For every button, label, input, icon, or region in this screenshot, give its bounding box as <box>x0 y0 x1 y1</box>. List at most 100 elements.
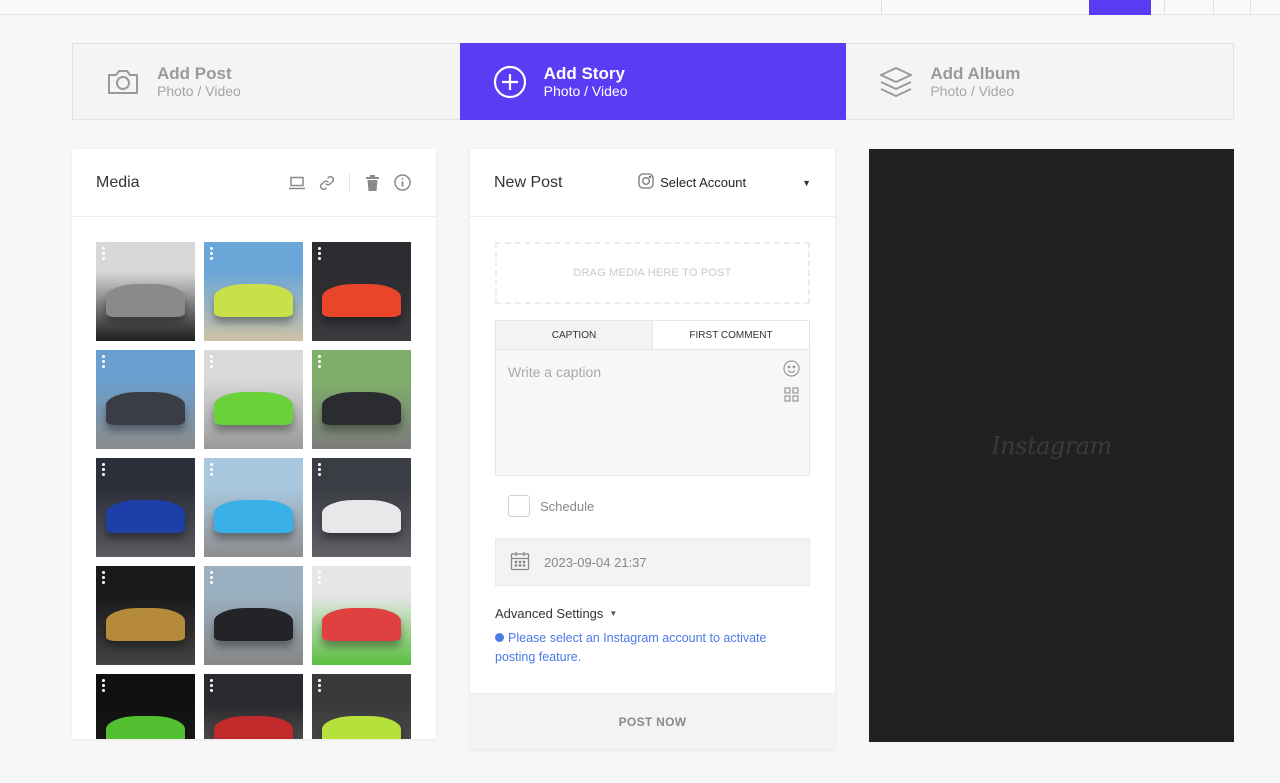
info-dot-icon <box>495 633 504 642</box>
more-options-icon[interactable] <box>102 355 105 368</box>
laptop-icon[interactable] <box>287 173 307 193</box>
trash-icon[interactable] <box>362 173 382 193</box>
thumbnail-image <box>105 715 186 739</box>
grid-icon[interactable] <box>782 385 800 403</box>
more-options-icon[interactable] <box>102 679 105 692</box>
media-thumbnail[interactable] <box>96 458 195 557</box>
advanced-settings-toggle[interactable]: Advanced Settings ▼ <box>495 606 617 621</box>
camera-icon <box>105 64 141 100</box>
chevron-down-icon: ▼ <box>802 177 811 188</box>
schedule-date-value: 2023-09-04 21:37 <box>544 554 647 570</box>
schedule-checkbox[interactable] <box>508 495 530 517</box>
media-thumbnail[interactable] <box>204 674 303 739</box>
topbar-divider <box>1164 0 1165 14</box>
media-thumbnail[interactable] <box>312 566 411 665</box>
tab-add-post-subtitle: Photo / Video <box>157 82 241 99</box>
media-thumbnail[interactable] <box>312 674 411 739</box>
advanced-settings-label: Advanced Settings <box>495 606 604 621</box>
caption-input[interactable] <box>496 350 809 475</box>
more-options-icon[interactable] <box>318 571 321 584</box>
more-options-icon[interactable] <box>318 679 321 692</box>
more-options-icon[interactable] <box>210 463 213 476</box>
info-icon[interactable] <box>392 173 412 193</box>
tab-add-album[interactable]: Add Album Photo / Video <box>846 44 1233 119</box>
tab-caption[interactable]: CAPTION <box>496 321 653 349</box>
emoji-icon[interactable] <box>782 359 800 377</box>
calendar-icon <box>510 551 530 574</box>
caption-box: CAPTION FIRST COMMENT <box>495 320 810 476</box>
more-options-icon[interactable] <box>210 679 213 692</box>
link-icon[interactable] <box>317 173 337 193</box>
topbar-active-tab[interactable] <box>1089 0 1151 15</box>
media-toolbar <box>287 173 412 193</box>
account-notice: Please select an Instagram account to ac… <box>495 629 810 667</box>
media-title: Media <box>96 173 140 191</box>
more-options-icon[interactable] <box>210 571 213 584</box>
media-dropzone[interactable]: DRAG MEDIA HERE TO POST <box>495 242 810 304</box>
schedule-toggle[interactable]: Schedule <box>508 495 594 517</box>
media-thumbnail[interactable] <box>312 350 411 449</box>
topbar-divider <box>1250 0 1251 14</box>
media-thumbnail[interactable] <box>204 350 303 449</box>
thumbnail-image <box>105 391 186 426</box>
thumbnail-image <box>213 391 294 426</box>
thumbnail-image <box>321 283 402 318</box>
schedule-date-field[interactable]: 2023-09-04 21:37 <box>495 538 810 586</box>
topbar-divider <box>881 0 882 14</box>
media-thumbnail[interactable] <box>204 458 303 557</box>
top-bar <box>0 0 1280 15</box>
thumbnail-image <box>213 607 294 642</box>
more-options-icon[interactable] <box>318 355 321 368</box>
account-select-label: Select Account <box>660 175 747 190</box>
media-thumbnail[interactable] <box>96 674 195 739</box>
media-thumbnail[interactable] <box>96 566 195 665</box>
thumbnail-image <box>321 391 402 426</box>
more-options-icon[interactable] <box>102 571 105 584</box>
tab-add-album-title: Add Album <box>930 63 1021 83</box>
media-thumbnail[interactable] <box>96 242 195 341</box>
thumbnail-image <box>213 715 294 739</box>
instagram-preview: Instagram <box>869 149 1234 742</box>
topbar-divider <box>1213 0 1214 14</box>
layers-icon <box>878 64 914 100</box>
thumbnail-image <box>321 607 402 642</box>
thumbnail-image <box>105 607 186 642</box>
schedule-label: Schedule <box>540 498 595 514</box>
new-post-header: New Post Select Account ▼ <box>470 149 835 217</box>
tab-add-story-title: Add Story <box>543 63 625 83</box>
more-options-icon[interactable] <box>210 355 213 368</box>
thumbnail-image <box>105 283 186 318</box>
post-type-tabs: Add Post Photo / Video Add Story Photo /… <box>72 43 1234 120</box>
thumbnail-image <box>321 499 402 534</box>
toolbar-divider <box>349 173 350 192</box>
tab-add-story-subtitle: Photo / Video <box>543 82 628 99</box>
tab-add-album-subtitle: Photo / Video <box>930 82 1015 99</box>
media-grid <box>96 242 412 739</box>
media-thumbnail[interactable] <box>204 566 303 665</box>
tab-add-post-title: Add Post <box>157 63 232 83</box>
thumbnail-image <box>321 715 402 739</box>
account-select[interactable]: Select Account ▼ <box>638 173 811 192</box>
media-panel-header: Media <box>72 149 436 217</box>
caret-down-icon: ▼ <box>609 609 618 618</box>
more-options-icon[interactable] <box>318 247 321 260</box>
account-notice-text: Please select an Instagram account to ac… <box>495 631 767 664</box>
tab-first-comment[interactable]: FIRST COMMENT <box>653 321 809 349</box>
tab-add-story[interactable]: Add Story Photo / Video <box>459 43 847 120</box>
instagram-icon <box>638 173 654 192</box>
new-post-panel: New Post Select Account ▼ DRAG MEDIA HER… <box>470 149 835 749</box>
media-thumbnail[interactable] <box>204 242 303 341</box>
thumbnail-image <box>213 283 294 318</box>
caption-tabs: CAPTION FIRST COMMENT <box>496 321 809 350</box>
media-thumbnail[interactable] <box>312 242 411 341</box>
instagram-logo: Instagram <box>991 431 1112 460</box>
tab-add-post[interactable]: Add Post Photo / Video <box>73 44 460 119</box>
more-options-icon[interactable] <box>102 463 105 476</box>
media-thumbnail[interactable] <box>312 458 411 557</box>
thumbnail-image <box>105 499 186 534</box>
more-options-icon[interactable] <box>210 247 213 260</box>
media-thumbnail[interactable] <box>96 350 195 449</box>
more-options-icon[interactable] <box>318 463 321 476</box>
post-now-button[interactable]: POST NOW <box>470 693 835 749</box>
more-options-icon[interactable] <box>102 247 105 260</box>
